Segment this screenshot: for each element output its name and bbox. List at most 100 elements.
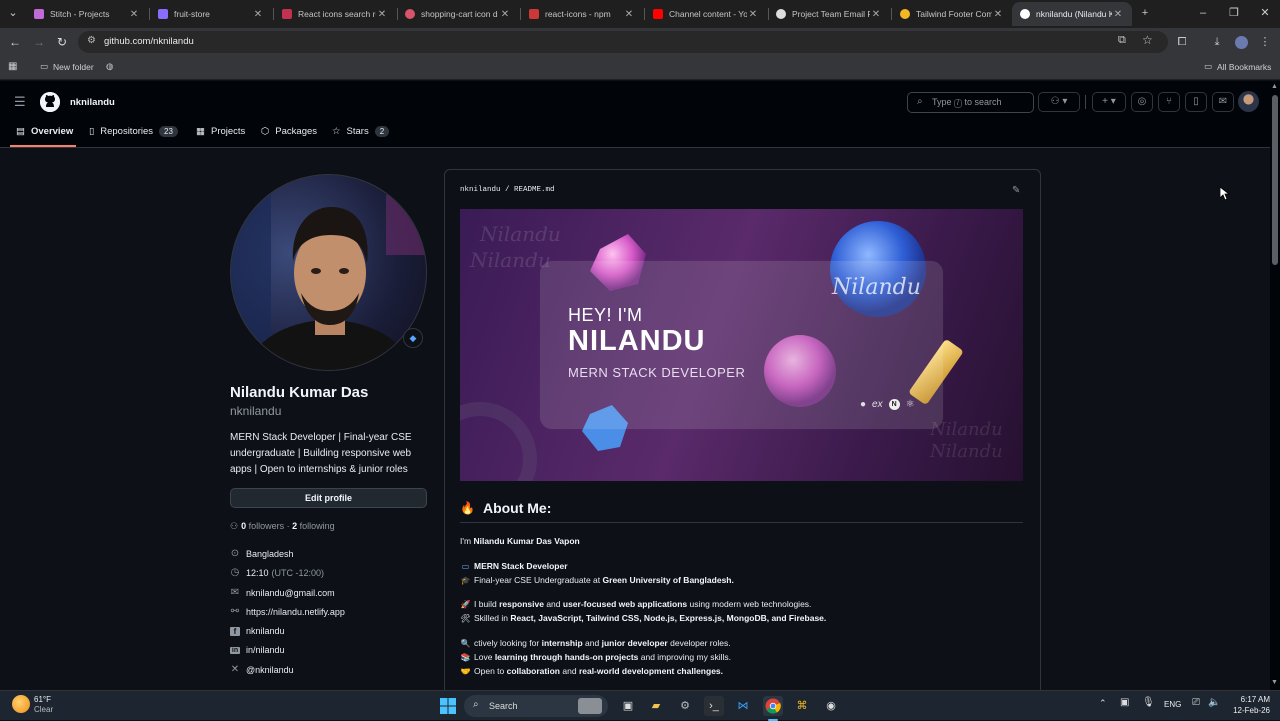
hamburger-menu-icon[interactable]: ☰	[14, 94, 26, 110]
task-view-icon[interactable]: ▣	[618, 696, 638, 716]
extensions-icon[interactable]: ⧠	[1173, 33, 1191, 51]
browser-tab[interactable]: Channel content - Yo ✕	[645, 2, 767, 26]
scroll-up-icon[interactable]: ▲	[1271, 83, 1278, 90]
page-scrollbar[interactable]: ▲ ▼	[1270, 81, 1280, 690]
minimize-icon[interactable]: –	[1188, 4, 1218, 22]
scroll-down-icon[interactable]: ▼	[1271, 679, 1278, 686]
browser-tab-active[interactable]: nknilandu (Nilandu K ✕	[1012, 2, 1132, 26]
bookmark-folder[interactable]: ▭ New folder	[40, 61, 94, 72]
profile-linkedin[interactable]: in in/nilandu	[230, 645, 285, 655]
profile-email[interactable]: ✉ nknilandu@gmail.com	[230, 587, 335, 598]
new-tab-icon[interactable]: +	[1130, 4, 1160, 22]
microphone-icon[interactable]: 🎙	[1142, 697, 1155, 708]
close-icon[interactable]: ✕	[992, 9, 1004, 20]
apps-grid-icon[interactable]: ▦	[8, 61, 17, 72]
copilot-icon[interactable]: ⚇ ▾	[1038, 92, 1080, 112]
site-info-icon[interactable]: ⚙	[87, 35, 96, 46]
chrome-icon[interactable]	[763, 696, 783, 716]
tab-favicon	[34, 9, 44, 19]
repositories-icon[interactable]: ▯	[1185, 92, 1207, 112]
chrome-alt-icon[interactable]: ◉	[821, 696, 841, 716]
books-icon: 📚	[460, 653, 471, 662]
pull-requests-icon[interactable]: ⑂	[1158, 92, 1180, 112]
user-avatar[interactable]	[1238, 91, 1259, 112]
address-bar[interactable]: ⚙ github.com/nknilandu ⧉ ☆	[78, 31, 1168, 53]
tab-packages[interactable]: ⬡ Packages	[261, 126, 317, 137]
profile-avatar-icon[interactable]	[1232, 33, 1250, 51]
profile-twitter[interactable]: ✕ @nknilandu	[230, 664, 294, 675]
issues-icon[interactable]: ◎	[1131, 92, 1153, 112]
github-logo-icon[interactable]	[40, 92, 60, 112]
browser-tab[interactable]: shopping-cart icon d ✕	[397, 2, 519, 26]
profile-local-time: ◷ 12:10 (UTC -12:00)	[230, 567, 325, 578]
close-icon[interactable]: ✕	[252, 9, 264, 20]
tab-overview[interactable]: ▤ Overview	[16, 126, 73, 137]
profile-full-name: Nilandu Kumar Das	[230, 384, 369, 401]
volume-icon[interactable]: 🔈	[1208, 697, 1220, 708]
browser-tab[interactable]: Stitch - Projects ✕	[26, 2, 148, 26]
settings-gear-icon[interactable]: ⚙	[675, 696, 695, 716]
close-icon[interactable]: ✕	[376, 9, 388, 20]
globe-icon[interactable]: ◍	[106, 61, 113, 72]
linkedin-icon: in	[230, 646, 240, 654]
profile-facebook[interactable]: f nknilandu	[230, 626, 285, 636]
book-icon: ▤	[16, 126, 25, 137]
language-indicator[interactable]: ENG	[1164, 700, 1181, 709]
profile-username: nknilandu	[230, 404, 282, 418]
search-input[interactable]: ⌕ Type / to search	[907, 92, 1034, 113]
terminal-icon[interactable]: ›_	[704, 696, 724, 716]
all-bookmarks[interactable]: ▭ All Bookmarks	[1204, 61, 1271, 72]
browser-tab[interactable]: fruit-store ✕	[150, 2, 272, 26]
scrollbar-thumb[interactable]	[1272, 95, 1278, 265]
tray-app-icon[interactable]: ▣	[1120, 697, 1129, 708]
tab-stars[interactable]: ☆ Stars 2	[332, 126, 390, 137]
profile-avatar[interactable]	[230, 174, 427, 371]
taskbar-search-box[interactable]: ⌕ Search	[464, 695, 608, 717]
weather-desc[interactable]: Clear	[34, 705, 53, 714]
tab-search-icon[interactable]: ⌄	[2, 4, 24, 22]
browser-tab[interactable]: Tailwind Footer Comp ✕	[892, 2, 1012, 26]
reload-icon[interactable]: ↻	[53, 33, 71, 51]
weather-sun-icon[interactable]	[12, 695, 30, 713]
clock-date[interactable]: 12-Feb-26	[1230, 706, 1270, 715]
bookmark-star-icon[interactable]: ☆	[1142, 33, 1153, 47]
install-app-icon[interactable]: ⧉	[1118, 34, 1126, 47]
header-username[interactable]: nknilandu	[70, 97, 115, 108]
browser-tab[interactable]: React icons search re ✕	[274, 2, 396, 26]
inbox-icon[interactable]: ✉	[1212, 92, 1234, 112]
menu-kebab-icon[interactable]: ⋮	[1256, 33, 1274, 51]
profile-website[interactable]: ⚯ https://nilandu.netlify.app	[230, 606, 345, 617]
express-icon: ex	[872, 399, 883, 410]
status-diamond-icon[interactable]: ◆	[403, 328, 423, 348]
close-icon[interactable]: ✕	[747, 9, 759, 20]
windows-start-icon[interactable]	[438, 696, 458, 716]
create-new-icon[interactable]: + ▾	[1092, 92, 1126, 112]
close-icon[interactable]: ✕	[128, 9, 140, 20]
tab-repositories[interactable]: ▯ Repositories 23	[89, 126, 178, 137]
network-icon[interactable]: ⎚	[1192, 697, 1200, 708]
tray-chevron-icon[interactable]: ⌃	[1099, 698, 1107, 709]
browser-tab[interactable]: Project Team Email R ✕	[768, 2, 890, 26]
browser-tab[interactable]: react-icons - npm ✕	[521, 2, 643, 26]
tab-projects[interactable]: ▦ Projects	[196, 126, 245, 137]
close-icon[interactable]: ✕	[623, 9, 635, 20]
download-icon[interactable]: ⤓	[1208, 33, 1226, 51]
weather-temp[interactable]: 61°F	[34, 695, 51, 704]
back-icon[interactable]: ←	[6, 33, 24, 51]
restore-icon[interactable]: ❐	[1219, 4, 1249, 22]
clock-time[interactable]: 6:17 AM	[1230, 695, 1270, 704]
file-explorer-icon[interactable]: ▰	[646, 696, 666, 716]
x-twitter-icon: ✕	[230, 664, 240, 675]
close-icon[interactable]: ✕	[1112, 9, 1124, 20]
close-icon[interactable]: ✕	[499, 9, 511, 20]
edit-profile-button[interactable]: Edit profile	[230, 488, 427, 508]
folder-app-icon[interactable]: ⌘	[792, 696, 812, 716]
edit-pencil-icon[interactable]: ✎	[1012, 185, 1020, 196]
banner-watermark-right: Nilandu Nilandu	[930, 419, 1003, 462]
close-icon[interactable]: ✕	[870, 9, 882, 20]
forward-icon[interactable]: →	[30, 33, 48, 51]
vscode-icon[interactable]: ⋈	[733, 696, 753, 716]
banner-name: NILANDU	[568, 325, 706, 357]
tab-favicon	[776, 9, 786, 19]
window-close-icon[interactable]: ✕	[1250, 4, 1280, 22]
